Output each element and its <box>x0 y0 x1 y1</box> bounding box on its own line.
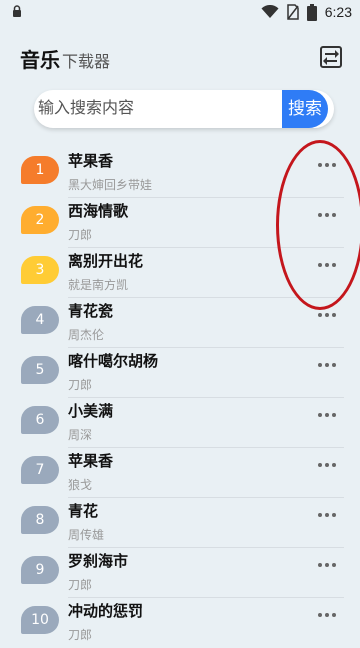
search-button[interactable]: 搜索 <box>282 90 328 128</box>
song-title: 罗刹海市 <box>68 552 129 570</box>
song-title: 离别开出花 <box>68 252 144 270</box>
search-input[interactable] <box>36 94 278 124</box>
more-options-icon[interactable] <box>318 208 338 222</box>
song-artist: 周深 <box>68 428 93 442</box>
app-header: 音乐 下载器 <box>20 44 110 74</box>
rank-badge: 1 <box>21 156 59 184</box>
more-options-icon[interactable] <box>318 358 338 372</box>
song-title: 青花瓷 <box>68 302 114 320</box>
song-artist: 刀郎 <box>68 578 93 592</box>
list-item[interactable]: 10 冲动的惩罚 刀郎 <box>0 598 360 648</box>
wifi-icon <box>261 5 279 18</box>
list-item[interactable]: 7 苹果香 狼戈 <box>0 448 360 498</box>
more-options-icon[interactable] <box>318 308 338 322</box>
rank-badge: 9 <box>21 556 59 584</box>
lock-icon <box>13 5 21 17</box>
rank-badge: 7 <box>21 456 59 484</box>
more-options-icon[interactable] <box>318 458 338 472</box>
status-bar: 6:23 <box>0 0 360 24</box>
more-options-icon[interactable] <box>318 408 338 422</box>
list-item[interactable]: 9 罗刹海市 刀郎 <box>0 548 360 598</box>
list-item[interactable]: 2 西海情歌 刀郎 <box>0 198 360 248</box>
more-options-icon[interactable] <box>318 258 338 272</box>
more-options-icon[interactable] <box>318 158 338 172</box>
song-title: 小美满 <box>68 402 114 420</box>
song-artist: 周传雄 <box>68 528 105 542</box>
song-title: 青花 <box>68 502 99 520</box>
rank-badge: 5 <box>21 356 59 384</box>
more-options-icon[interactable] <box>318 608 338 622</box>
song-title: 苹果香 <box>68 152 114 170</box>
song-artist: 刀郎 <box>68 628 93 642</box>
rank-badge: 6 <box>21 406 59 434</box>
battery-icon <box>306 3 317 21</box>
app-subtitle: 下载器 <box>62 52 111 71</box>
list-item[interactable]: 1 苹果香 黑大婶回乡带娃 <box>0 148 360 198</box>
song-title: 苹果香 <box>68 452 114 470</box>
list-item[interactable]: 8 青花 周传雄 <box>0 498 360 548</box>
rank-badge: 4 <box>21 306 59 334</box>
rank-badge: 8 <box>21 506 59 534</box>
list-item[interactable]: 6 小美满 周深 <box>0 398 360 448</box>
song-artist: 就是南方凯 <box>68 278 129 292</box>
app-title: 音乐 <box>20 48 60 72</box>
rank-badge: 3 <box>21 256 59 284</box>
rank-badge: 10 <box>21 606 59 634</box>
song-title: 冲动的惩罚 <box>68 602 144 620</box>
song-artist: 狼戈 <box>68 478 93 492</box>
list-item[interactable]: 5 喀什噶尔胡杨 刀郎 <box>0 348 360 398</box>
search-bar: 搜索 <box>34 90 334 128</box>
list-item[interactable]: 4 青花瓷 周杰伦 <box>0 298 360 348</box>
song-title: 喀什噶尔胡杨 <box>68 352 159 370</box>
switch-source-icon[interactable] <box>320 46 342 68</box>
list-item[interactable]: 3 离别开出花 就是南方凯 <box>0 248 360 298</box>
song-artist: 刀郎 <box>68 378 93 392</box>
more-options-icon[interactable] <box>318 508 338 522</box>
song-title: 西海情歌 <box>68 202 129 220</box>
song-artist: 刀郎 <box>68 228 93 242</box>
no-sim-icon <box>287 4 299 20</box>
song-artist: 周杰伦 <box>68 328 105 342</box>
status-time: 6:23 <box>324 4 352 20</box>
song-artist: 黑大婶回乡带娃 <box>68 178 153 192</box>
more-options-icon[interactable] <box>318 558 338 572</box>
rank-badge: 2 <box>21 206 59 234</box>
